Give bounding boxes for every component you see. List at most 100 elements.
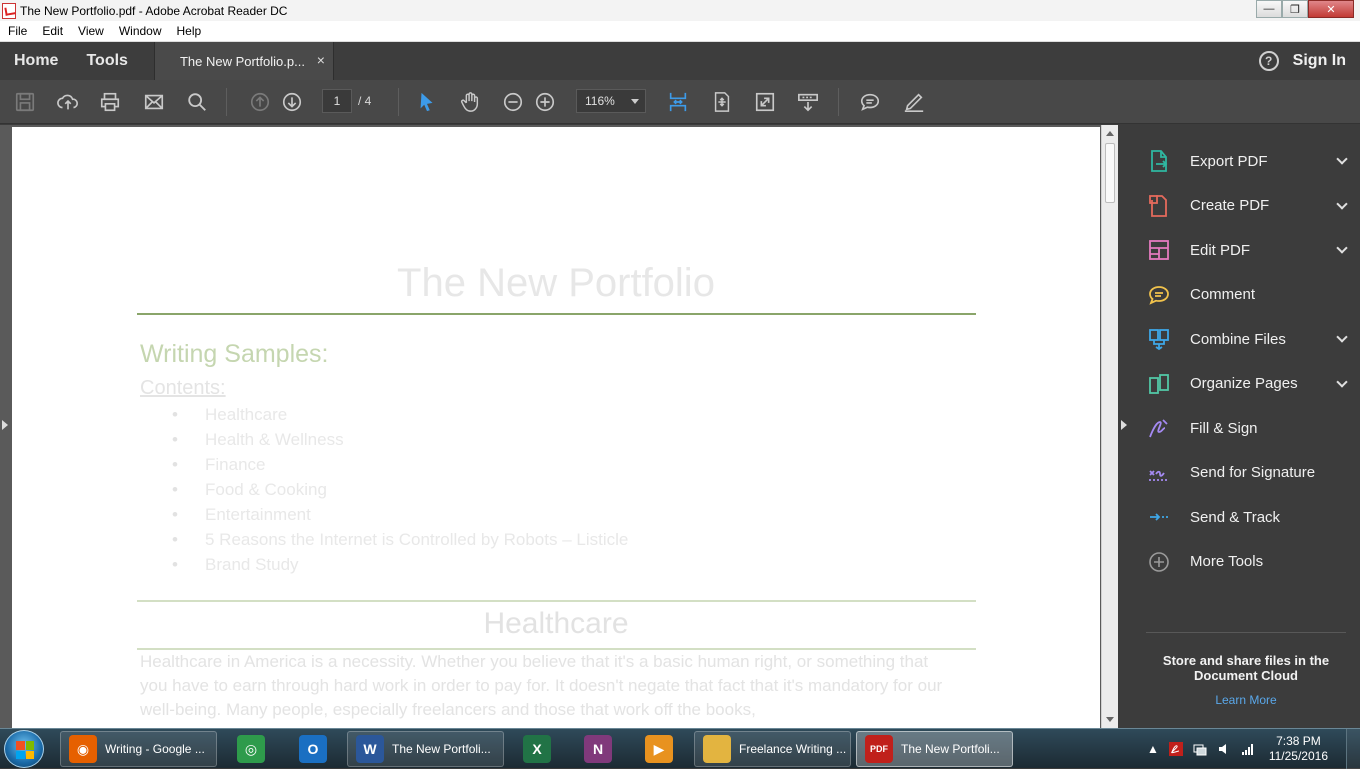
next-page-icon[interactable] [280, 90, 304, 114]
chevron-down-icon[interactable] [1336, 242, 1348, 254]
taskbar-folder-button[interactable]: Freelance Writing ... [694, 731, 851, 767]
fit-page-icon[interactable] [710, 90, 734, 114]
menu-edit[interactable]: Edit [42, 24, 63, 38]
clock-time: 7:38 PM [1276, 734, 1321, 748]
menu-window[interactable]: Window [119, 24, 162, 38]
tool-export-pdf[interactable]: Export PDF [1146, 139, 1348, 184]
tool-combine-files[interactable]: Combine Files [1146, 317, 1348, 362]
zoom-select[interactable]: 116% [576, 89, 646, 113]
email-icon[interactable] [142, 90, 166, 114]
clock[interactable]: 7:38 PM 11/25/2016 [1269, 734, 1328, 764]
tool-send-for-signature[interactable]: Send for Signature [1146, 451, 1346, 496]
acrobat-icon: PDF [865, 735, 893, 763]
section-rule [137, 600, 976, 602]
signal-icon[interactable] [1241, 742, 1255, 756]
taskbar-acrobat-button[interactable]: PDF The New Portfoli... [856, 731, 1013, 767]
page-number-input[interactable]: 1 [322, 89, 352, 113]
tools-tab[interactable]: Tools [72, 42, 141, 80]
collapse-right-pane-icon[interactable] [1121, 420, 1127, 430]
read-mode-icon[interactable] [796, 90, 820, 114]
scroll-down-icon[interactable] [1106, 717, 1114, 722]
menu-view[interactable]: View [78, 24, 104, 38]
tool-comment[interactable]: Comment [1146, 273, 1346, 318]
create-pdf-icon [1146, 193, 1172, 219]
fill-sign-icon [1146, 415, 1172, 441]
taskbar-button-label: The New Portfoli... [392, 742, 491, 756]
select-cursor-icon[interactable] [415, 90, 439, 114]
tool-fill-sign[interactable]: Fill & Sign [1146, 406, 1346, 451]
close-window-button[interactable]: ✕ [1308, 0, 1354, 18]
menu-file[interactable]: File [8, 24, 27, 38]
tool-organize-pages[interactable]: Organize Pages [1146, 362, 1348, 407]
tool-label: More Tools [1190, 553, 1264, 571]
zoom-dropdown-icon[interactable] [631, 99, 639, 104]
combine-files-icon [1146, 326, 1172, 352]
export-pdf-icon [1146, 148, 1172, 174]
chevron-down-icon[interactable] [1336, 375, 1348, 388]
taskbar-excel-button[interactable]: X [510, 731, 564, 767]
body-paragraph: Healthcare in America is a necessity. Wh… [140, 652, 943, 719]
learn-more-link[interactable]: Learn More [1146, 693, 1346, 707]
search-icon[interactable] [185, 90, 209, 114]
chevron-down-icon[interactable] [1336, 331, 1348, 343]
scroll-thumb[interactable] [1105, 143, 1115, 203]
show-desktop-button[interactable] [1346, 729, 1360, 769]
taskbar-outlook-button[interactable]: O [286, 731, 340, 767]
comment-icon[interactable] [858, 90, 882, 114]
sign-in-link[interactable]: Sign In [1293, 52, 1346, 70]
tool-edit-pdf[interactable]: Edit PDF [1146, 228, 1348, 273]
tool-more-tools[interactable]: More Tools [1146, 540, 1346, 585]
scroll-up-icon[interactable] [1106, 131, 1114, 136]
taskbar-firefox-button[interactable]: ◉ Writing - Google ... [60, 731, 217, 767]
taskbar-button-label: The New Portfoli... [901, 742, 1000, 756]
menu-help[interactable]: Help [177, 24, 202, 38]
start-button[interactable] [4, 730, 44, 768]
vertical-scrollbar[interactable] [1101, 125, 1118, 728]
volume-icon[interactable] [1217, 742, 1231, 756]
tool-send-track[interactable]: Send & Track [1146, 495, 1346, 540]
contents-item: Brand Study [172, 555, 628, 580]
window-controls: — ❐ ✕ [1256, 0, 1354, 18]
highlight-pen-icon[interactable] [902, 90, 926, 114]
taskbar-media-player-button[interactable]: ▶ [632, 731, 686, 767]
maximize-button[interactable]: ❐ [1282, 0, 1308, 18]
folder-icon [703, 735, 731, 763]
excel-icon: X [523, 735, 551, 763]
show-hidden-icons[interactable]: ▲ [1147, 742, 1159, 756]
previous-page-icon[interactable] [248, 90, 272, 114]
tool-label: Create PDF [1190, 197, 1270, 215]
word-icon: W [356, 735, 384, 763]
upload-cloud-icon[interactable] [56, 90, 80, 114]
chevron-down-icon[interactable] [1336, 197, 1348, 210]
contents-item: 5 Reasons the Internet is Controlled by … [172, 530, 628, 555]
tool-label: Comment [1190, 286, 1256, 304]
tool-label: Export PDF [1190, 152, 1268, 170]
scrolling-mode-icon[interactable] [666, 90, 690, 114]
acrobat-app-icon [2, 2, 16, 19]
network-icon[interactable] [1193, 742, 1207, 756]
full-screen-icon[interactable] [753, 90, 777, 114]
taskbar-chrome-button[interactable]: ◎ [224, 731, 278, 767]
top-nav: Home Tools The New Portfolio.p... × ? Si… [0, 42, 1360, 80]
document-tab[interactable]: The New Portfolio.p... × [153, 42, 334, 80]
hand-tool-icon[interactable] [458, 90, 482, 114]
chrome-icon: ◎ [237, 735, 265, 763]
zoom-in-icon[interactable] [533, 90, 557, 114]
tool-label: Combine Files [1190, 330, 1286, 348]
tool-create-pdf[interactable]: Create PDF [1146, 184, 1348, 229]
zoom-out-icon[interactable] [501, 90, 525, 114]
minimize-button[interactable]: — [1256, 0, 1282, 18]
document-viewport[interactable]: The New Portfolio Writing Samples: Conte… [0, 125, 1118, 728]
help-icon[interactable]: ? [1258, 51, 1279, 71]
taskbar-word-button[interactable]: W The New Portfoli... [347, 731, 504, 767]
tab-close-icon[interactable]: × [317, 52, 325, 68]
contents-list: Healthcare Health & Wellness Finance Foo… [172, 405, 628, 580]
edit-pdf-icon [1146, 237, 1172, 263]
chevron-down-icon[interactable] [1336, 153, 1348, 165]
acrobat-tray-icon[interactable] [1168, 742, 1183, 756]
expand-left-pane-icon[interactable] [2, 420, 8, 430]
save-icon[interactable] [13, 90, 37, 114]
home-tab[interactable]: Home [0, 42, 72, 80]
taskbar-onenote-button[interactable]: N [571, 731, 625, 767]
print-icon[interactable] [98, 90, 122, 114]
